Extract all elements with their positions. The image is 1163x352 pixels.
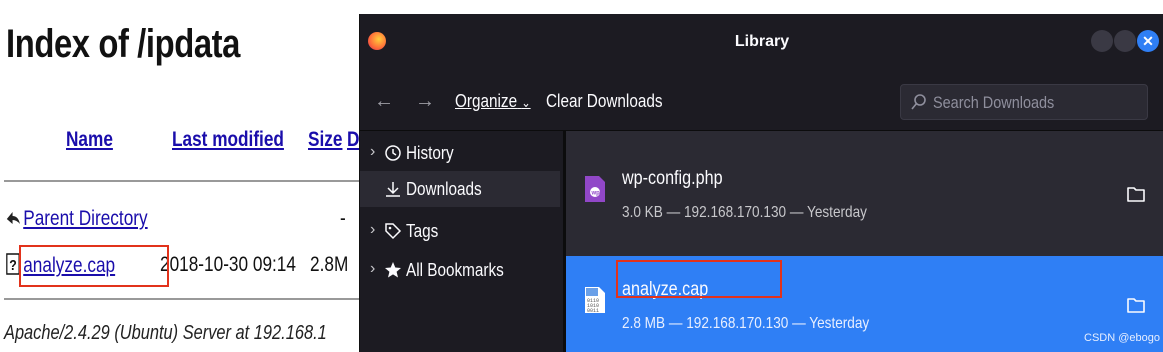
toolbar: ← → Organize ⌄ Clear Downloads Search Do… bbox=[360, 72, 1163, 131]
download-filename: wp-config.php bbox=[622, 168, 723, 189]
clear-downloads-button[interactable]: Clear Downloads bbox=[546, 91, 663, 112]
library-window: Library ✕ ← → Organize ⌄ Clear Downloads… bbox=[359, 14, 1163, 352]
organize-button[interactable]: Organize ⌄ bbox=[455, 91, 531, 112]
chevron-right-icon[interactable]: › bbox=[370, 260, 375, 278]
table-row: Parent Directory bbox=[6, 207, 148, 231]
highlight-box bbox=[19, 245, 169, 287]
download-status: 2.8 MB — 192.168.170.130 — Yesterday bbox=[622, 315, 870, 332]
svg-text:wp: wp bbox=[591, 191, 601, 197]
back-arrow-icon bbox=[6, 208, 21, 228]
column-header-last-modified[interactable]: Last modified bbox=[172, 128, 284, 152]
download-status: 3.0 KB — 192.168.170.130 — Yesterday bbox=[622, 204, 867, 221]
page-title: Index of /ipdata bbox=[6, 22, 240, 66]
sidebar-item-label: History bbox=[406, 143, 454, 163]
watermark: CSDN @ebogo bbox=[1084, 332, 1160, 344]
search-placeholder: Search Downloads bbox=[933, 93, 1055, 112]
clock-icon bbox=[385, 145, 401, 161]
footer-divider bbox=[4, 298, 360, 300]
sidebar: › History Downloads › Tags › All Bookmar… bbox=[360, 131, 563, 352]
highlight-box bbox=[616, 260, 782, 298]
svg-text:0011: 0011 bbox=[587, 308, 599, 314]
close-icon: ✕ bbox=[1142, 33, 1154, 49]
sidebar-item-label: Downloads bbox=[406, 179, 482, 199]
downloads-list: wp wp-config.php 3.0 KB — 192.168.170.13… bbox=[566, 131, 1163, 352]
tag-icon bbox=[385, 223, 402, 240]
maximize-button[interactable] bbox=[1114, 30, 1136, 52]
download-icon bbox=[386, 182, 400, 197]
sidebar-item-label: All Bookmarks bbox=[406, 260, 504, 280]
title-bar[interactable]: Library ✕ bbox=[360, 14, 1163, 72]
sidebar-item-downloads[interactable]: Downloads bbox=[360, 171, 560, 207]
chevron-right-icon[interactable]: › bbox=[370, 143, 375, 161]
header-divider bbox=[4, 180, 360, 182]
column-header-description[interactable]: D bbox=[347, 128, 359, 152]
sidebar-item-tags[interactable]: › Tags bbox=[360, 213, 560, 249]
sidebar-item-history[interactable]: › History bbox=[360, 135, 560, 171]
forward-arrow-icon[interactable]: → bbox=[415, 90, 435, 113]
sidebar-item-all-bookmarks[interactable]: › All Bookmarks bbox=[360, 252, 560, 288]
window-title: Library bbox=[734, 33, 790, 50]
folder-icon[interactable] bbox=[1126, 185, 1146, 203]
search-icon bbox=[911, 93, 927, 116]
php-file-icon: wp bbox=[585, 176, 605, 202]
chevron-right-icon[interactable]: › bbox=[370, 221, 375, 239]
column-header-size[interactable]: Size bbox=[308, 128, 342, 152]
svg-text:?: ? bbox=[9, 257, 17, 273]
search-downloads-input[interactable]: Search Downloads bbox=[900, 84, 1148, 120]
minimize-button[interactable] bbox=[1091, 30, 1113, 52]
binary-file-icon: 011010100011 bbox=[585, 287, 605, 314]
back-arrow-icon[interactable]: ← bbox=[374, 90, 394, 113]
folder-icon[interactable] bbox=[1126, 296, 1146, 314]
parent-size: - bbox=[340, 207, 346, 230]
file-last-modified: 2018-10-30 09:14 bbox=[160, 253, 296, 276]
star-icon bbox=[385, 262, 401, 278]
column-header-name[interactable]: Name bbox=[66, 128, 113, 152]
sidebar-item-label: Tags bbox=[406, 221, 439, 241]
list-item[interactable]: wp wp-config.php 3.0 KB — 192.168.170.13… bbox=[566, 145, 1163, 241]
server-footer: Apache/2.4.29 (Ubuntu) Server at 192.168… bbox=[4, 322, 327, 344]
chevron-down-icon: ⌄ bbox=[521, 95, 531, 110]
close-button[interactable]: ✕ bbox=[1137, 30, 1159, 52]
file-size: 2.8M bbox=[310, 253, 349, 276]
parent-directory-link[interactable]: Parent Directory bbox=[23, 207, 147, 230]
